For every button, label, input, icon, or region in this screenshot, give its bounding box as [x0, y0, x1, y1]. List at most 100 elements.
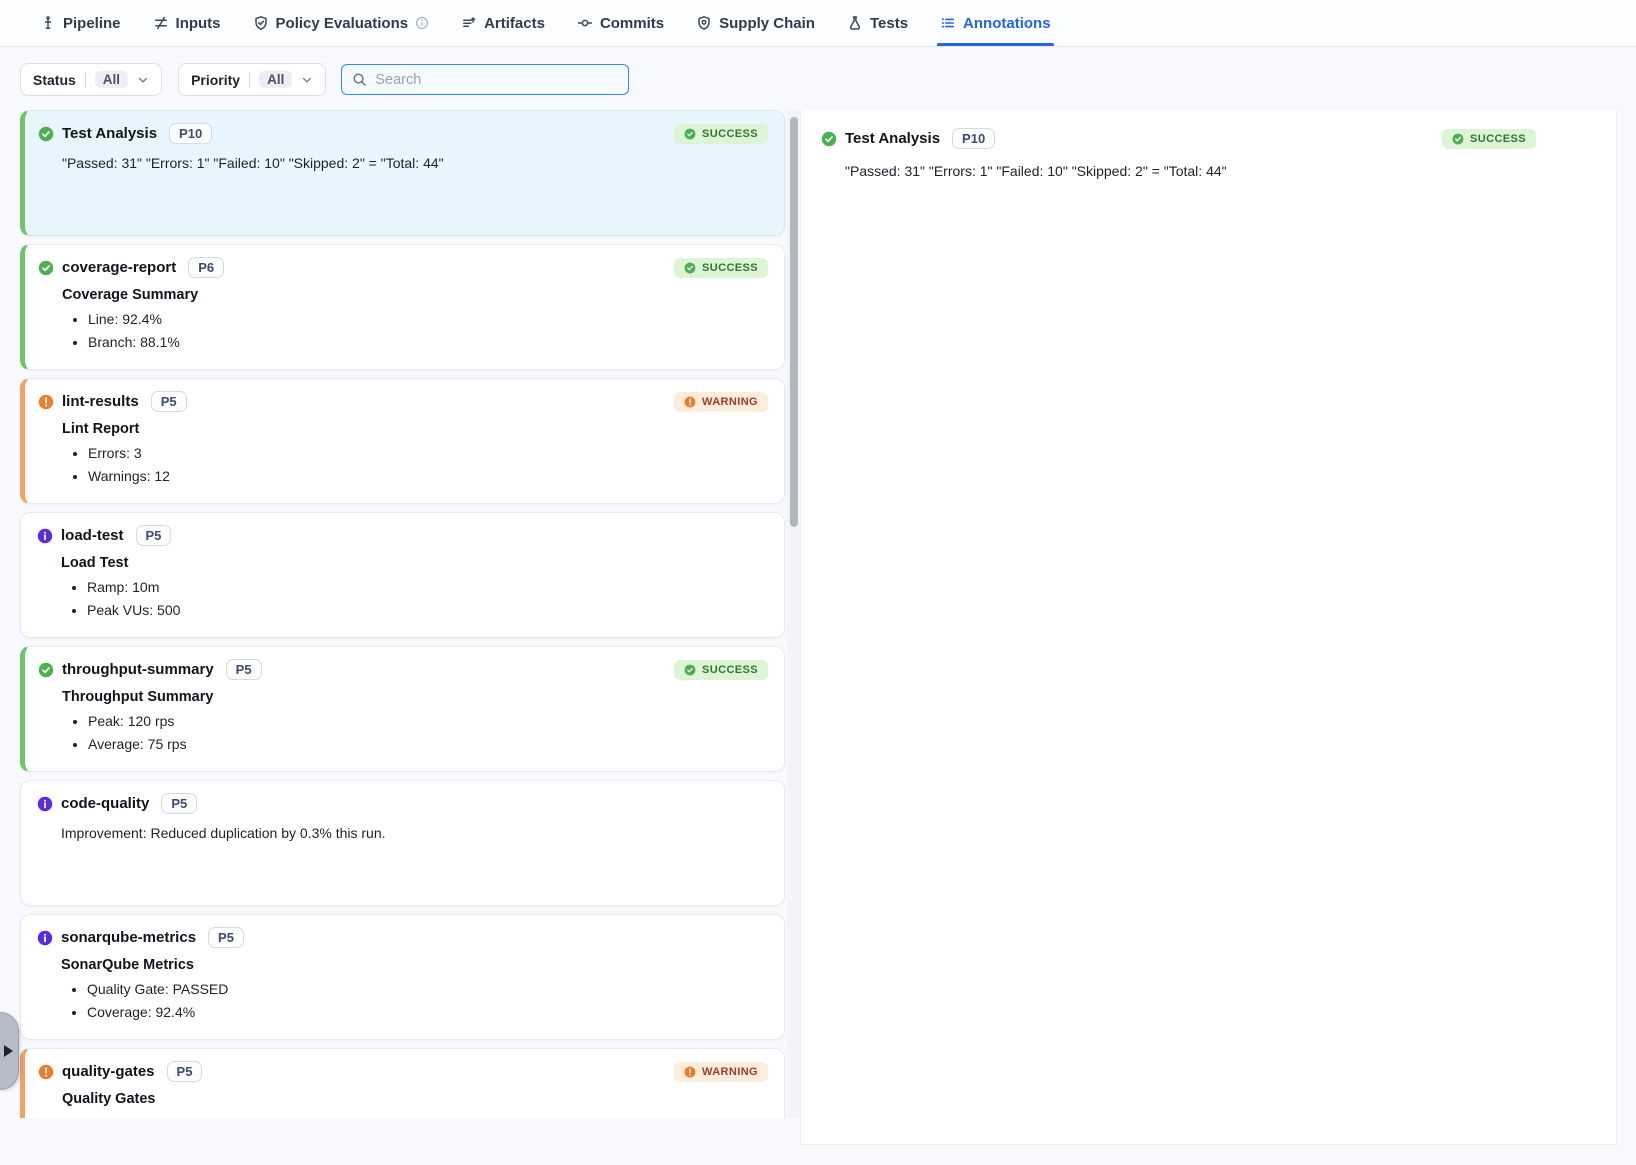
annotation-card-throughput-summary[interactable]: throughput-summaryP5SUCCESSThroughput Su… — [20, 646, 785, 772]
annotation-card-coverage-report[interactable]: coverage-report P6 SUCCESS Coverage Summary… — [20, 244, 785, 370]
status-badge: SUCCESS — [674, 258, 768, 278]
chevron-down-icon — [301, 74, 313, 86]
divider — [249, 72, 250, 88]
info-icon — [37, 930, 53, 946]
status-filter-label: Status — [33, 72, 76, 88]
annotation-bullet: Coverage: 92.4% — [87, 1001, 768, 1024]
annotation-card-header: sonarqube-metrics P5 — [37, 927, 768, 948]
annotation-title: Test Analysis — [62, 125, 157, 142]
tab-inputs[interactable]: Inputs — [153, 0, 221, 46]
status-filter-dropdown[interactable]: Status All — [20, 63, 162, 96]
annotation-bullet: Branch: 88.1% — [88, 331, 768, 354]
annotation-title: lint-results — [62, 393, 139, 410]
tab-label: Policy Evaluations — [276, 15, 409, 32]
annotation-detail-header: Test Analysis P10 SUCCESS — [821, 128, 1536, 149]
annotations-content: Test Analysis P10 SUCCESS "Passed: 31" "Err… — [0, 110, 1636, 1163]
annotation-card-quality-gates[interactable]: quality-gatesP5WARNINGQuality Gates — [20, 1048, 785, 1118]
tab-supply-chain[interactable]: Supply Chain — [696, 0, 815, 46]
warning-icon — [38, 1064, 54, 1080]
chevron-down-icon — [137, 74, 149, 86]
annotation-body-heading: Load Test — [61, 555, 768, 571]
priority-badge: P10 — [952, 128, 995, 149]
priority-badge: P5 — [136, 525, 172, 546]
status-badge-label: SUCCESS — [702, 664, 758, 676]
annotation-card-header: code-qualityP5 — [37, 793, 768, 814]
priority-filter-value: All — [259, 71, 292, 88]
annotation-body: "Passed: 31" "Errors: 1" "Failed: 10" "S… — [62, 153, 768, 173]
annotation-body-heading: Throughput Summary — [62, 689, 768, 705]
status-badge-label: SUCCESS — [1470, 133, 1526, 145]
success-icon — [38, 662, 54, 678]
status-badge-label: WARNING — [702, 1066, 758, 1078]
annotation-bullet: Errors: 3 — [88, 442, 768, 465]
info-icon — [37, 796, 53, 812]
priority-badge: P5 — [208, 927, 244, 948]
status-badge-label: SUCCESS — [702, 262, 758, 274]
annotation-title: quality-gates — [62, 1063, 155, 1080]
annotation-title: sonarqube-metrics — [61, 929, 196, 946]
tab-artifacts[interactable]: Artifacts — [461, 0, 545, 46]
annotation-text: "Passed: 31" "Errors: 1" "Failed: 10" "S… — [62, 153, 768, 173]
status-badge-label: WARNING — [702, 396, 758, 408]
search-box[interactable] — [341, 64, 629, 95]
expand-arrow-icon — [4, 1045, 13, 1057]
tab-label: Tests — [870, 15, 908, 32]
success-icon — [821, 131, 837, 147]
priority-badge: P5 — [151, 391, 187, 412]
annotation-bullet: Peak VUs: 500 — [87, 599, 768, 622]
status-badge: SUCCESS — [674, 660, 768, 680]
tab-bar: Pipeline Inputs Policy Evaluations Artifact… — [0, 0, 1636, 47]
annotation-card-header: Test Analysis P10 SUCCESS — [38, 123, 768, 144]
annotation-text: Improvement: Reduced duplication by 0.3%… — [61, 823, 768, 843]
annotation-body: Improvement: Reduced duplication by 0.3%… — [61, 823, 768, 843]
annotation-card-test-analysis[interactable]: Test Analysis P10 SUCCESS "Passed: 31" "Err… — [20, 110, 785, 236]
annotation-card-code-quality[interactable]: code-qualityP5 Improvement: Reduced dupli… — [20, 780, 785, 906]
divider — [85, 72, 86, 88]
annotation-card-lint-results[interactable]: lint-results P5 WARNING Lint Report Errors: … — [20, 378, 785, 504]
search-input[interactable] — [375, 72, 618, 88]
annotation-card-sonarqube-metrics[interactable]: sonarqube-metrics P5 SonarQube MetricsQual… — [20, 914, 785, 1040]
annotation-card-header: coverage-report P6 SUCCESS — [38, 257, 768, 278]
info-icon — [415, 16, 429, 30]
status-badge: SUCCESS — [674, 124, 768, 144]
annotation-bullet-list: Ramp: 10mPeak VUs: 500 — [61, 576, 768, 622]
priority-badge: P6 — [188, 257, 224, 278]
scrollbar-thumb[interactable] — [790, 117, 798, 527]
annotation-bullet: Average: 75 rps — [88, 733, 768, 756]
annotation-title: throughput-summary — [62, 661, 214, 678]
annotation-card-header: lint-results P5 WARNING — [38, 391, 768, 412]
status-badge: SUCCESS — [1442, 129, 1536, 149]
status-badge-label: SUCCESS — [702, 128, 758, 140]
scrollbar-track[interactable] — [787, 110, 800, 1118]
annotation-title: coverage-report — [62, 259, 176, 276]
search-icon — [352, 72, 367, 87]
annotation-card-header: quality-gatesP5WARNING — [38, 1061, 768, 1082]
tab-annotations[interactable]: Annotations — [940, 0, 1051, 46]
annotation-bullet: Peak: 120 rps — [88, 710, 768, 733]
annotation-body: Lint ReportErrors: 3Warnings: 12 — [62, 421, 768, 488]
status-filter-value: All — [95, 71, 128, 88]
annotation-title: load-test — [61, 527, 124, 544]
commits-icon — [577, 15, 593, 31]
priority-filter-dropdown[interactable]: Priority All — [178, 63, 326, 96]
inputs-icon — [153, 15, 169, 31]
tab-policy-evaluations[interactable]: Policy Evaluations — [253, 0, 430, 46]
annotation-body-heading: Lint Report — [62, 421, 768, 437]
status-badge: WARNING — [674, 392, 768, 412]
annotation-card-load-test[interactable]: load-test P5 Load Test Ramp: 10mPeak VUs: 5… — [20, 512, 785, 638]
tab-label: Artifacts — [484, 15, 545, 32]
tab-commits[interactable]: Commits — [577, 0, 664, 46]
annotation-detail-body: "Passed: 31" "Errors: 1" "Failed: 10" "S… — [845, 163, 1536, 179]
priority-badge: P10 — [169, 123, 212, 144]
tab-pipeline[interactable]: Pipeline — [40, 0, 121, 46]
tab-tests[interactable]: Tests — [847, 0, 908, 46]
info-icon — [37, 528, 53, 544]
annotation-bullet: Quality Gate: PASSED — [87, 978, 768, 1001]
annotation-body: Coverage SummaryLine: 92.4%Branch: 88.1% — [62, 287, 768, 354]
annotation-bullet-list: Line: 92.4%Branch: 88.1% — [62, 308, 768, 354]
tab-label: Inputs — [176, 15, 221, 32]
tests-icon — [847, 15, 863, 31]
expand-drawer-handle[interactable] — [0, 1012, 19, 1090]
annotation-bullet: Line: 92.4% — [88, 308, 768, 331]
annotation-body: SonarQube MetricsQuality Gate: PASSEDCov… — [61, 957, 768, 1024]
